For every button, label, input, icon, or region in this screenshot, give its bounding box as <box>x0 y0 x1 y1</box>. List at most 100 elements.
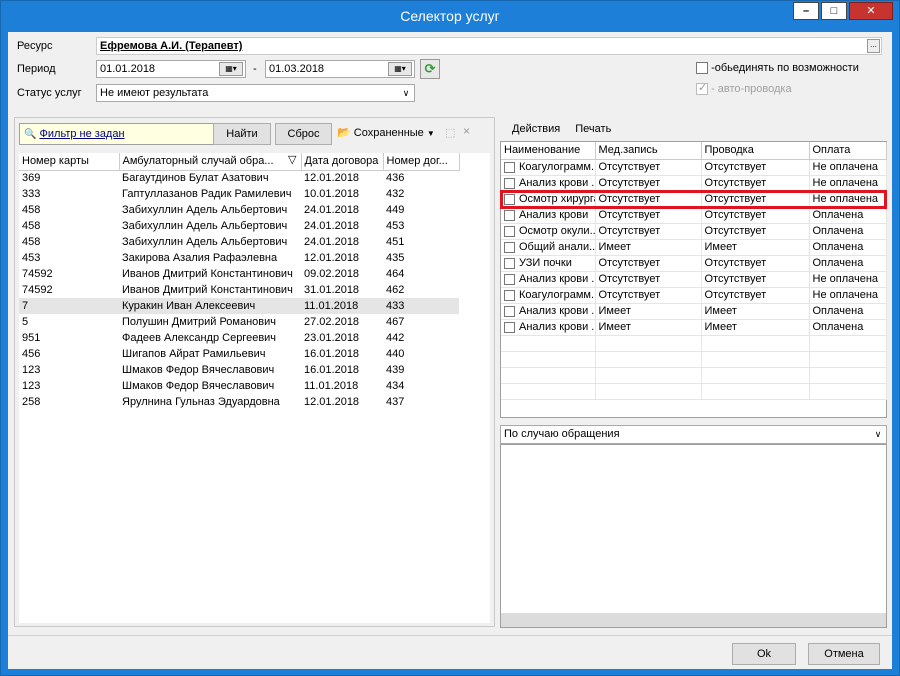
cases-column-header[interactable]: Номер карты <box>19 153 120 171</box>
table-cell: 433 <box>383 298 459 314</box>
services-column-header[interactable]: Проводка <box>701 142 810 160</box>
table-cell: Отсутствует <box>701 207 810 224</box>
service-row[interactable]: Коагулограмм... Отсутствует Отсутствует Не … <box>501 287 887 304</box>
table-cell: 7 <box>19 298 119 314</box>
table-cell: Отсутствует <box>595 255 702 272</box>
date-to-field[interactable]: 01.03.2018 ▦▾ <box>265 60 415 78</box>
service-row[interactable]: Анализ крови ... Имеет Имеет Оплачена <box>501 303 887 320</box>
table-row[interactable]: 123 Шмаков Федор Вячеславович 11.01.2018 43… <box>19 378 459 394</box>
table-row[interactable]: 456 Шигапов Айрат Рамильевич 16.01.2018 440 <box>19 346 459 362</box>
service-checkbox[interactable] <box>504 193 515 205</box>
table-cell: 258 <box>22 396 41 408</box>
find-button[interactable]: Найти <box>213 123 271 145</box>
services-column-header[interactable]: Оплата <box>809 142 887 160</box>
service-checkbox[interactable] <box>504 209 515 221</box>
service-row[interactable]: УЗИ почки Отсутствует Отсутствует Оплачена <box>501 255 887 272</box>
ok-button[interactable]: Ok <box>732 643 796 665</box>
service-checkbox[interactable] <box>504 321 515 333</box>
table-row[interactable]: 258 Ярулнина Гульназ Эдуардовна 12.01.2018… <box>19 394 459 410</box>
service-row[interactable]: Осмотр хирурга Отсутствует Отсутствует Не о… <box>501 191 887 208</box>
service-name-cell: Общий анали... <box>501 239 596 256</box>
date-to-calendar-button[interactable]: ▦▾ <box>388 62 412 76</box>
date-from-calendar-button[interactable]: ▦▾ <box>219 62 243 76</box>
table-cell: Оплачена <box>809 303 887 320</box>
table-row[interactable]: 74592 Иванов Дмитрий Константинович 31.01.… <box>19 282 459 298</box>
cancel-button[interactable]: Отмена <box>808 643 880 665</box>
table-cell: Закирова Азалия Рафаэлевна <box>122 252 278 264</box>
service-row[interactable]: Анализ крови ... Отсутствует Отсутствует Не… <box>501 271 887 288</box>
details-scrollbar[interactable] <box>501 613 886 627</box>
table-row[interactable]: 458 Забихуллин Адель Альбертович 24.01.201… <box>19 234 459 250</box>
service-checkbox[interactable] <box>504 161 515 173</box>
services-column-header[interactable]: Мед.запись <box>595 142 702 160</box>
table-cell: 458 <box>22 220 41 232</box>
close-button[interactable]: ✕ <box>849 2 893 20</box>
actions-menu[interactable]: Действия <box>512 123 560 135</box>
service-row[interactable]: Анализ крови ... Имеет Имеет Оплачена <box>501 319 887 336</box>
cases-column-header[interactable]: Номер дог... <box>383 153 460 171</box>
autopost-option: - авто-проводка <box>696 81 792 96</box>
empty-row <box>501 367 887 384</box>
filter-link[interactable]: Фильтр не задан <box>40 128 125 140</box>
table-cell: 458 <box>22 236 41 248</box>
cases-column-header[interactable]: Амбулаторный случай обра... ▽ <box>119 153 302 171</box>
table-row[interactable]: 369 Багаутдинов Булат Азатович 12.01.2018 4… <box>19 170 459 186</box>
table-row[interactable]: 123 Шмаков Федор Вячеславович 16.01.2018 43… <box>19 362 459 378</box>
maximize-button[interactable]: □ <box>821 2 847 20</box>
print-menu[interactable]: Печать <box>575 123 611 135</box>
table-row[interactable]: 458 Забихуллин Адель Альбертович 24.01.201… <box>19 202 459 218</box>
merge-option[interactable]: -обьединять по возможности <box>696 62 859 75</box>
service-row[interactable]: Коагулограмм... Отсутствует Отсутствует Не … <box>501 159 887 176</box>
table-cell: 11.01.2018 <box>304 380 359 392</box>
service-row[interactable]: Общий анали... Имеет Имеет Оплачена <box>501 239 887 256</box>
service-name-cell: Осмотр окули... <box>501 223 596 240</box>
services-column-header[interactable]: Наименование <box>501 142 596 160</box>
merge-checkbox[interactable] <box>696 62 708 75</box>
table-cell: 432 <box>386 188 405 200</box>
table-cell: Отсутствует <box>701 287 810 304</box>
service-row[interactable]: Анализ крови Отсутствует Отсутствует Оплаче… <box>501 207 887 224</box>
clear-filter-icon[interactable]: × <box>463 124 470 138</box>
service-checkbox[interactable] <box>504 289 515 301</box>
service-row[interactable]: Осмотр окули... Отсутствует Отсутствует Опл… <box>501 223 887 240</box>
autopost-checkbox <box>696 81 708 96</box>
service-checkbox[interactable] <box>504 273 515 285</box>
resource-label: Ресурс <box>17 40 53 52</box>
table-cell: Шмаков Федор Вячеславович <box>122 380 275 392</box>
saved-filters-button[interactable]: 📂 Сохраненные ▼ <box>337 126 435 141</box>
grouping-select[interactable]: По случаю обращения ∨ <box>500 425 887 444</box>
table-cell: 12.01.2018 <box>304 396 360 408</box>
minimize-button[interactable]: – <box>793 2 819 20</box>
table-row[interactable]: 333 Гаптуллазанов Радик Рамилевич 10.01.20… <box>19 186 459 202</box>
filter-box[interactable]: 🔍 Фильтр не задан <box>19 123 215 145</box>
empty-row <box>501 351 887 368</box>
reset-button[interactable]: Сброс <box>275 123 332 145</box>
table-row[interactable]: 5 Полушин Дмитрий Романович 27.02.2018 467 <box>19 314 459 330</box>
table-cell <box>701 383 810 400</box>
table-row[interactable]: 7 Куракин Иван Алексеевич 11.01.2018 433 <box>19 298 459 314</box>
table-row[interactable]: 951 Фадеев Александр Сергеевич 23.01.2018 4… <box>19 330 459 346</box>
table-cell: Оплачена <box>809 207 887 224</box>
table-row[interactable]: 458 Забихуллин Адель Альбертович 24.01.201… <box>19 218 459 234</box>
service-checkbox[interactable] <box>504 177 515 189</box>
service-row[interactable]: Анализ крови ... Отсутствует Отсутствует Не… <box>501 175 887 192</box>
table-cell <box>809 335 887 352</box>
cases-column-header[interactable]: Дата договора <box>301 153 384 171</box>
date-from-field[interactable]: 01.01.2018 ▦▾ <box>96 60 246 78</box>
table-cell: Отсутствует <box>595 175 702 192</box>
service-checkbox[interactable] <box>504 241 515 253</box>
service-checkbox[interactable] <box>504 225 515 237</box>
status-select[interactable]: Не имеют результата ∨ <box>96 84 415 102</box>
resource-browse-button[interactable]: ... <box>867 39 880 53</box>
service-checkbox[interactable] <box>504 305 515 317</box>
table-cell: Оплачена <box>809 319 887 336</box>
resource-field[interactable]: Ефремова А.И. (Терапевт) ... <box>96 37 882 55</box>
refresh-button[interactable]: ⟳ <box>420 59 440 79</box>
table-cell: 442 <box>386 332 405 344</box>
table-cell <box>595 335 702 352</box>
table-row[interactable]: 74592 Иванов Дмитрий Константинович 09.02.… <box>19 266 459 282</box>
service-checkbox[interactable] <box>504 257 515 269</box>
service-name: Коагулограмм... <box>519 161 595 173</box>
period-label: Период <box>17 63 56 75</box>
table-row[interactable]: 453 Закирова Азалия Рафаэлевна 12.01.2018 4… <box>19 250 459 266</box>
